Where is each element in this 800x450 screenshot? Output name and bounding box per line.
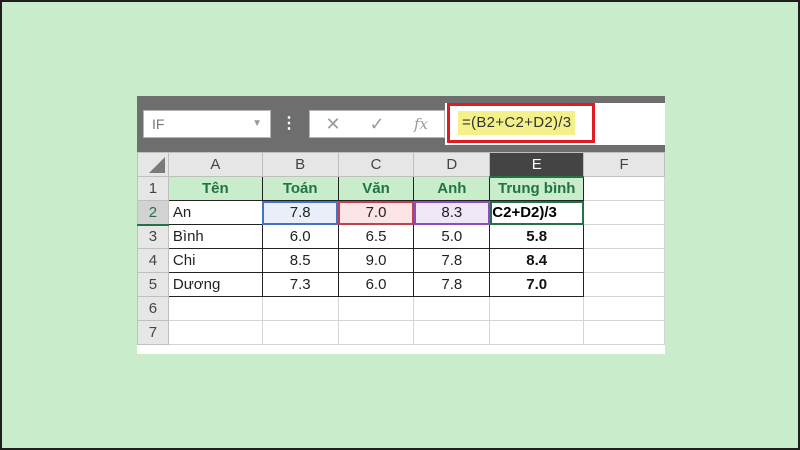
empty-cell[interactable] — [167, 320, 263, 345]
cell-name[interactable]: An — [167, 200, 263, 225]
row-header-1[interactable]: 1 — [137, 176, 169, 201]
empty-cell[interactable] — [489, 320, 585, 345]
cell-f4[interactable] — [583, 248, 665, 273]
header-cell-trung-binh[interactable]: Trung bình — [489, 176, 585, 201]
table-row: 1 Tên Toán Văn Anh Trung bình — [137, 176, 665, 201]
cell-van[interactable]: 6.0 — [337, 272, 415, 297]
cell-trung-binh[interactable]: 7.0 — [489, 272, 585, 297]
cell-toan[interactable]: 7.3 — [261, 272, 339, 297]
cell-name[interactable]: Bình — [167, 224, 263, 249]
insert-function-icon[interactable]: fx — [406, 111, 436, 137]
cell-van[interactable]: 6.5 — [337, 224, 415, 249]
row-header-7[interactable]: 7 — [137, 320, 169, 345]
empty-cell[interactable] — [413, 320, 491, 345]
spreadsheet-grid: A B C D E F 1 Tên Toán Văn Anh Trung bìn… — [137, 152, 665, 345]
empty-cell[interactable] — [261, 296, 339, 321]
cell-anh[interactable]: 7.8 — [413, 272, 491, 297]
cell-toan[interactable]: 6.0 — [261, 224, 339, 249]
column-header-c[interactable]: C — [337, 152, 415, 177]
select-all-corner[interactable] — [137, 152, 169, 177]
column-header-e[interactable]: E — [489, 152, 585, 178]
column-header-b[interactable]: B — [261, 152, 339, 177]
chevron-down-icon[interactable]: ▼ — [252, 111, 262, 137]
header-cell-ten[interactable]: Tên — [167, 176, 263, 201]
table-row: 2 An 7.8 7.0 8.3 C2+D2)/3 — [137, 200, 665, 226]
cell-toan[interactable]: 8.5 — [261, 248, 339, 273]
table-row: 5 Dương 7.3 6.0 7.8 7.0 — [137, 272, 665, 297]
cell-name[interactable]: Dương — [167, 272, 263, 297]
name-box-value: IF — [152, 116, 165, 132]
row-header-5[interactable]: 5 — [137, 272, 169, 297]
column-header-row: A B C D E F — [137, 152, 665, 178]
formula-buttons: ✕ ✓ fx — [309, 110, 445, 138]
table-row: 3 Bình 6.0 6.5 5.0 5.8 — [137, 224, 665, 249]
empty-cell[interactable] — [337, 320, 415, 345]
empty-cell[interactable] — [489, 296, 585, 321]
empty-cell[interactable] — [337, 296, 415, 321]
header-cell-anh[interactable]: Anh — [413, 176, 491, 201]
header-cell-van[interactable]: Văn — [337, 176, 415, 201]
empty-cell[interactable] — [583, 296, 665, 321]
cell-trung-binh[interactable]: 5.8 — [489, 224, 585, 249]
row-header-4[interactable]: 4 — [137, 248, 169, 273]
cell-van[interactable]: 9.0 — [337, 248, 415, 273]
enter-check-icon[interactable]: ✓ — [362, 111, 392, 137]
table-row: 4 Chi 8.5 9.0 7.8 8.4 — [137, 248, 665, 273]
cell-f2[interactable] — [583, 200, 665, 225]
empty-cell[interactable] — [261, 320, 339, 345]
empty-cell[interactable] — [413, 296, 491, 321]
active-cell-e2[interactable]: C2+D2)/3 — [489, 200, 585, 225]
cell-f5[interactable] — [583, 272, 665, 297]
cell-trung-binh[interactable]: 8.4 — [489, 248, 585, 273]
cell-c2[interactable]: 7.0 — [337, 200, 415, 225]
cell-b2[interactable]: 7.8 — [261, 200, 339, 225]
table-row: 7 — [137, 320, 665, 345]
formula-bar: IF ▼ ⋮ ✕ ✓ fx =(B2+C2+D2)/3 — [137, 96, 665, 152]
column-header-d[interactable]: D — [413, 152, 491, 177]
formula-text[interactable]: =(B2+C2+D2)/3 — [458, 111, 576, 135]
empty-cell[interactable] — [167, 296, 263, 321]
name-box[interactable]: IF ▼ — [143, 110, 271, 138]
row-header-6[interactable]: 6 — [137, 296, 169, 321]
formula-highlight-box: =(B2+C2+D2)/3 — [447, 103, 595, 143]
empty-cell[interactable] — [583, 320, 665, 345]
header-cell-toan[interactable]: Toán — [261, 176, 339, 201]
column-header-f[interactable]: F — [583, 152, 665, 177]
cell-f3[interactable] — [583, 224, 665, 249]
cell-d2[interactable]: 8.3 — [413, 200, 491, 225]
more-options-icon[interactable]: ⋮ — [281, 112, 297, 136]
cancel-icon[interactable]: ✕ — [318, 111, 348, 137]
excel-window: IF ▼ ⋮ ✕ ✓ fx =(B2+C2+D2)/3 A B C D E F … — [137, 96, 665, 354]
cell-anh[interactable]: 7.8 — [413, 248, 491, 273]
row-header-3[interactable]: 3 — [137, 224, 169, 249]
cell-f1[interactable] — [583, 176, 665, 201]
column-header-a[interactable]: A — [167, 152, 263, 177]
select-all-icon[interactable] — [148, 157, 165, 173]
cell-anh[interactable]: 5.0 — [413, 224, 491, 249]
row-header-2[interactable]: 2 — [137, 200, 169, 226]
table-row: 6 — [137, 296, 665, 321]
cell-name[interactable]: Chi — [167, 248, 263, 273]
